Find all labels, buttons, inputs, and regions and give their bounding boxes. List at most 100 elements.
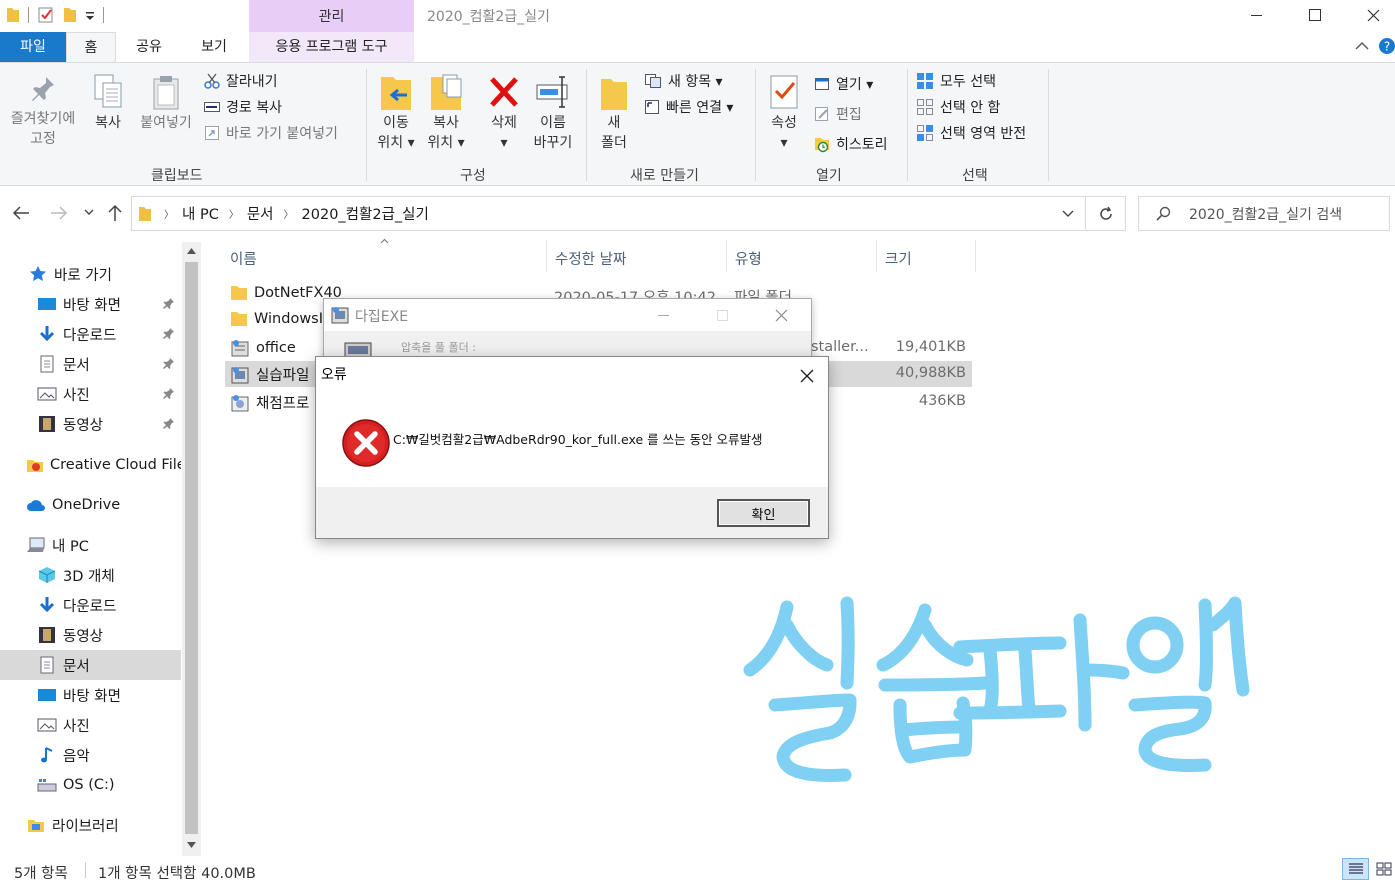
column-header-size[interactable]: 크기 <box>885 248 912 269</box>
library-icon <box>26 815 46 835</box>
paste-shortcut-button[interactable]: 바로 가기 붙여넣기 <box>204 121 338 145</box>
history-button[interactable]: 히스토리 <box>814 132 888 156</box>
nav-pc-downloads[interactable]: 다운로드 <box>0 590 181 620</box>
column-header-type[interactable]: 유형 <box>735 248 762 269</box>
breadcrumb-documents[interactable]: 문서 <box>247 203 274 224</box>
paste-button[interactable]: 붙여넣기 <box>136 73 196 133</box>
nav-videos[interactable]: 동영상 <box>0 409 181 439</box>
easy-access-button[interactable]: 빠른 연결 ▾ <box>644 95 733 119</box>
error-close-button[interactable] <box>796 365 818 387</box>
details-view-button[interactable] <box>1342 858 1369 880</box>
qat-dropdown-icon[interactable] <box>85 6 95 24</box>
address-bar[interactable]: 〉 내 PC 〉 문서 〉 2020_컴활2급_실기 <box>131 196 1086 231</box>
film-icon <box>37 414 57 434</box>
nav-3d-objects[interactable]: 3D 개체 <box>0 560 181 590</box>
dajip-title-bar: 다집EXE <box>324 299 811 331</box>
breadcrumb-current-folder[interactable]: 2020_컴활2급_실기 <box>302 203 429 224</box>
minimize-button[interactable] <box>1228 0 1286 30</box>
tab-application-tools[interactable]: 응용 프로그램 도구 <box>249 32 414 62</box>
nav-desktop[interactable]: 바탕 화면 <box>0 289 181 319</box>
select-none-button[interactable]: 선택 안 함 <box>916 95 1026 119</box>
nav-onedrive[interactable]: OneDrive <box>0 490 181 520</box>
pin-icon[interactable] <box>163 417 175 429</box>
help-icon[interactable]: ? <box>1379 38 1395 54</box>
nav-pc-documents[interactable]: 문서 <box>0 650 181 680</box>
large-icons-view-icon <box>1376 862 1392 876</box>
nav-os-drive[interactable]: OS (C:) <box>0 770 181 800</box>
folder-icon <box>6 6 20 24</box>
nav-quick-access[interactable]: 바로 가기 <box>0 259 181 289</box>
search-box[interactable]: 2020_컴활2급_실기 검색 <box>1138 196 1390 231</box>
edit-button[interactable]: 편집 <box>814 102 888 126</box>
item-count: 5개 항목 <box>14 866 68 882</box>
properties-check-icon[interactable] <box>37 6 55 24</box>
nav-libraries[interactable]: 라이브러리 <box>0 810 181 840</box>
pin-icon[interactable] <box>163 297 175 309</box>
tab-view[interactable]: 보기 <box>190 32 238 62</box>
nav-documents[interactable]: 문서 <box>0 349 181 379</box>
address-dropdown-chevron-icon[interactable] <box>1062 210 1074 218</box>
tab-home[interactable]: 홈 <box>66 32 116 63</box>
column-header-name[interactable]: 이름 <box>230 248 257 269</box>
handwritten-annotation <box>735 585 1255 800</box>
desktop-icon <box>37 294 57 314</box>
copy-button[interactable]: 복사 <box>88 73 128 133</box>
nav-pc-music[interactable]: 음악 <box>0 740 181 770</box>
desktop-icon <box>37 685 57 705</box>
nav-this-pc[interactable]: 내 PC <box>0 530 181 560</box>
dajip-minimize-icon[interactable] <box>658 315 669 316</box>
nav-downloads[interactable]: 다운로드 <box>0 319 181 349</box>
breadcrumb-chevron-icon[interactable]: 〉 <box>164 206 174 221</box>
back-arrow-icon[interactable] <box>12 205 30 221</box>
breadcrumb-this-pc[interactable]: 내 PC <box>182 203 219 224</box>
forward-arrow-icon[interactable] <box>50 205 68 221</box>
recent-locations-chevron-icon[interactable] <box>84 209 94 217</box>
dajip-maximize-icon[interactable] <box>717 310 728 321</box>
context-tab-manage[interactable]: 관리 <box>249 0 414 32</box>
setup-exe-icon <box>230 365 250 385</box>
scroll-thumb[interactable] <box>185 262 198 834</box>
cut-button[interactable]: 잘라내기 <box>204 69 338 93</box>
large-icons-view-button[interactable] <box>1373 858 1395 880</box>
dajip-close-icon[interactable] <box>775 309 788 322</box>
refresh-button[interactable] <box>1086 196 1126 231</box>
document-icon <box>37 354 57 374</box>
new-folder-button[interactable]: 새 폴더 <box>594 73 634 153</box>
invert-selection-button[interactable]: 선택 영역 반전 <box>916 121 1026 145</box>
close-icon <box>796 365 818 387</box>
move-to-button[interactable]: 이동 위치 ▾ <box>374 73 418 153</box>
search-placeholder: 2020_컴활2급_실기 검색 <box>1189 206 1343 223</box>
nav-pictures[interactable]: 사진 <box>0 379 181 409</box>
rename-button[interactable]: 이름 바꾸기 <box>530 73 576 153</box>
collapse-ribbon-icon[interactable] <box>1355 41 1369 51</box>
breadcrumb-chevron-icon[interactable]: 〉 <box>229 206 239 221</box>
breadcrumb-chevron-icon[interactable]: 〉 <box>284 206 294 221</box>
nav-pc-desktop[interactable]: 바탕 화면 <box>0 680 181 710</box>
tab-file[interactable]: 파일 <box>0 32 66 62</box>
delete-button[interactable]: 삭제 ▾ <box>484 73 524 153</box>
open-button[interactable]: 열기 ▾ <box>814 72 888 96</box>
scroll-up-icon[interactable] <box>187 248 196 254</box>
ok-button[interactable]: 확인 <box>717 499 810 527</box>
nav-pc-videos[interactable]: 동영상 <box>0 620 181 650</box>
nav-scrollbar[interactable] <box>182 242 201 856</box>
new-item-button[interactable]: 새 항목 ▾ <box>644 69 733 93</box>
scroll-down-icon[interactable] <box>187 842 196 848</box>
copy-to-button[interactable]: 복사 위치 ▾ <box>424 73 468 153</box>
pin-icon[interactable] <box>163 357 175 369</box>
tab-share[interactable]: 공유 <box>126 32 172 62</box>
column-header-date[interactable]: 수정한 날짜 <box>555 248 626 269</box>
nav-creative-cloud[interactable]: Creative Cloud Files <box>0 450 181 480</box>
properties-button[interactable]: 속성 ▾ <box>764 73 804 153</box>
maximize-button[interactable] <box>1286 0 1344 30</box>
close-button[interactable] <box>1344 0 1395 30</box>
up-arrow-icon[interactable] <box>107 204 123 222</box>
new-folder-qat-icon[interactable] <box>63 6 77 24</box>
copy-path-button[interactable]: 경로 복사 <box>204 95 338 119</box>
pin-icon[interactable] <box>163 387 175 399</box>
pin-icon[interactable] <box>163 327 175 339</box>
nav-pc-pictures[interactable]: 사진 <box>0 710 181 740</box>
error-dialog-footer: 확인 <box>316 487 828 538</box>
select-all-button[interactable]: 모두 선택 <box>916 69 1026 93</box>
pin-to-quick-access-button[interactable]: 즐겨찾기에 고정 <box>6 73 80 149</box>
